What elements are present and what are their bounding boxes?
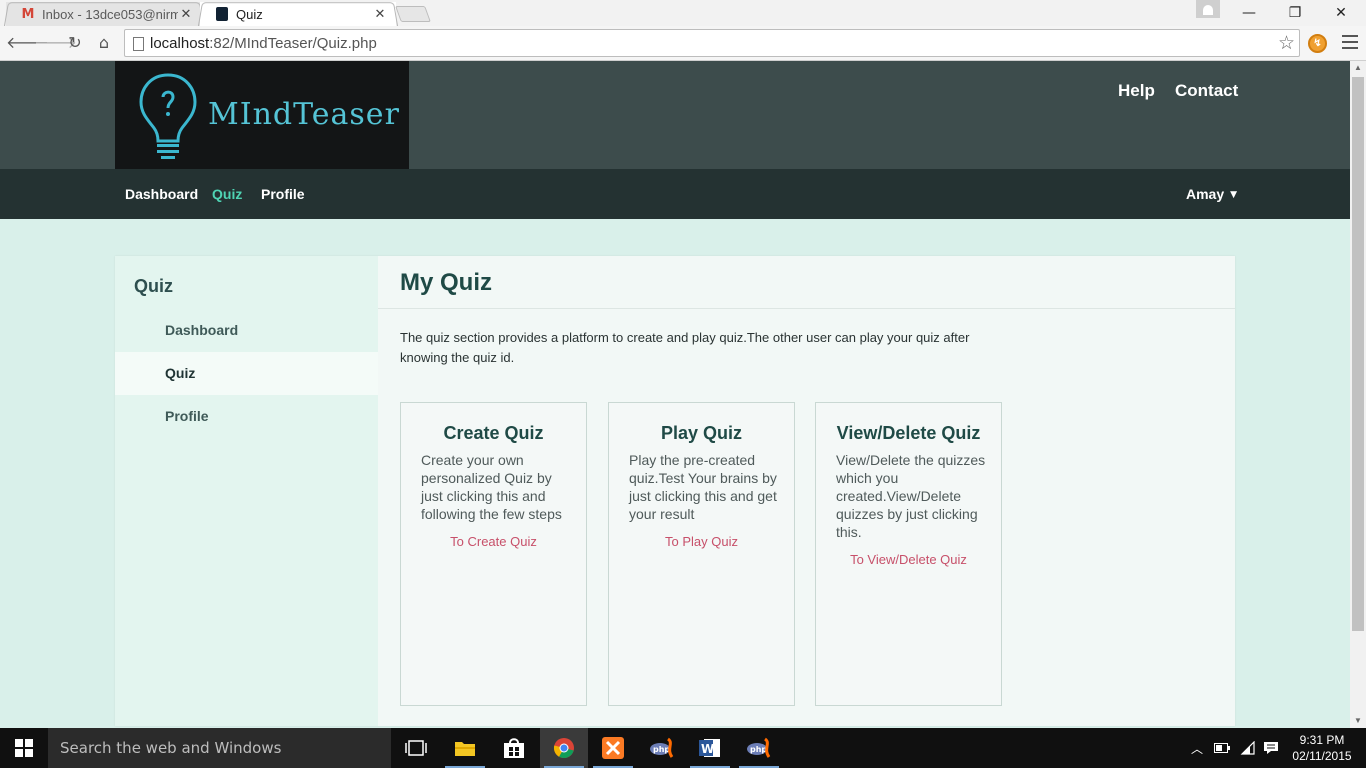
create-quiz-card: Create Quiz Create your own personalized… bbox=[400, 402, 587, 706]
browser-toolbar: 🡐 🡒 ↻ ⌂ localhost:82/MIndTeaser/Quiz.php… bbox=[0, 26, 1366, 61]
card-text: View/Delete the quizzes which you create… bbox=[836, 452, 986, 540]
browser-menu-icon[interactable] bbox=[1342, 35, 1358, 51]
url-text: localhost:82/MIndTeaser/Quiz.php bbox=[150, 35, 377, 52]
sidebar: Quiz Dashboard Quiz Profile bbox=[115, 256, 378, 726]
nav-profile[interactable]: Profile bbox=[261, 186, 305, 202]
close-window-icon[interactable]: ✕ bbox=[1318, 2, 1364, 24]
address-bar[interactable]: localhost:82/MIndTeaser/Quiz.php ☆ bbox=[124, 29, 1300, 57]
word-icon[interactable]: W bbox=[686, 728, 734, 768]
svg-text:php: php bbox=[750, 745, 767, 754]
play-quiz-link[interactable]: To Play Quiz bbox=[609, 534, 794, 549]
sidebar-item-profile[interactable]: Profile bbox=[115, 395, 378, 438]
php-editor-icon[interactable]: php bbox=[735, 728, 783, 768]
new-tab-button[interactable] bbox=[395, 6, 431, 22]
home-icon[interactable]: ⌂ bbox=[93, 32, 115, 54]
main-nav: Dashboard Quiz Profile Amay ▼ bbox=[0, 169, 1350, 219]
windows-taskbar: Search the web and Windows php W php ︿ 9… bbox=[0, 728, 1366, 768]
page-icon bbox=[133, 37, 144, 51]
tab-gmail-inbox[interactable]: M Inbox - 13dce053@nirma. ✕ bbox=[3, 2, 205, 27]
play-quiz-card: Play Quiz Play the pre-created quiz.Test… bbox=[608, 402, 795, 706]
battery-icon[interactable] bbox=[1210, 728, 1234, 768]
page-title: My Quiz bbox=[400, 269, 493, 296]
windows-logo-icon bbox=[15, 739, 33, 757]
tab-quiz[interactable]: Quiz ✕ bbox=[197, 2, 399, 27]
phpstorm-icon[interactable]: php bbox=[638, 728, 686, 768]
scroll-up-arrow-icon[interactable]: ▲ bbox=[1350, 61, 1366, 75]
mindteaser-favicon bbox=[214, 7, 230, 21]
card-text: Create your own personalized Quiz by jus… bbox=[421, 452, 562, 522]
sidebar-item-dashboard[interactable]: Dashboard bbox=[115, 309, 378, 352]
extension-icon[interactable]: ↯ bbox=[1308, 34, 1327, 53]
site-header: MIndTeaser Help Contact bbox=[0, 61, 1350, 169]
tab-title: Quiz bbox=[236, 6, 263, 22]
clock-date: 02/11/2015 bbox=[1292, 749, 1352, 763]
task-view-icon[interactable] bbox=[392, 728, 440, 768]
browser-profile-icon[interactable] bbox=[1196, 0, 1220, 18]
store-icon[interactable] bbox=[490, 728, 538, 768]
system-clock[interactable]: 9:31 PM 02/11/2015 bbox=[1290, 732, 1354, 764]
divider bbox=[378, 308, 1235, 309]
create-quiz-link[interactable]: To Create Quiz bbox=[401, 534, 586, 549]
svg-text:php: php bbox=[653, 745, 670, 754]
action-center-icon[interactable] bbox=[1260, 728, 1282, 768]
contact-link[interactable]: Contact bbox=[1175, 81, 1238, 101]
wifi-icon[interactable] bbox=[1236, 728, 1260, 768]
page-description: The quiz section provides a platform to … bbox=[400, 330, 970, 365]
show-hidden-icons-chevron-icon[interactable]: ︿ bbox=[1188, 728, 1206, 768]
nav-dashboard[interactable]: Dashboard bbox=[125, 186, 198, 202]
user-name: Amay bbox=[1186, 186, 1225, 202]
sidebar-title: Quiz bbox=[134, 276, 173, 296]
sidebar-item-quiz[interactable]: Quiz bbox=[115, 352, 378, 395]
start-button[interactable] bbox=[0, 728, 48, 768]
forward-arrow-icon[interactable]: 🡒 bbox=[34, 32, 77, 54]
user-menu[interactable]: Amay ▼ bbox=[1186, 186, 1237, 202]
xampp-icon[interactable] bbox=[589, 728, 637, 768]
card-title: Play Quiz bbox=[660, 423, 743, 443]
site-logo[interactable]: MIndTeaser bbox=[115, 61, 409, 169]
logo-text: MIndTeaser bbox=[208, 97, 400, 132]
favicon-shape bbox=[216, 7, 228, 21]
chrome-icon[interactable] bbox=[540, 728, 588, 768]
page-viewport: MIndTeaser Help Contact Dashboard Quiz P… bbox=[0, 61, 1350, 728]
tab-title: Inbox - 13dce053@nirma. bbox=[42, 6, 178, 22]
gmail-icon: M bbox=[21, 6, 35, 22]
close-icon[interactable]: ✕ bbox=[372, 6, 388, 22]
card-text: Play the pre-created quiz.Test Your brai… bbox=[629, 452, 777, 522]
restore-icon[interactable]: ❐ bbox=[1272, 2, 1318, 24]
card-title: View/Delete Quiz bbox=[836, 423, 981, 443]
quiz-panel: Quiz Dashboard Quiz Profile My Quiz The … bbox=[115, 256, 1235, 726]
lightbulb-icon bbox=[139, 73, 197, 159]
taskbar-search[interactable]: Search the web and Windows bbox=[48, 728, 391, 768]
svg-text:W: W bbox=[701, 742, 714, 756]
browser-tab-strip: M Inbox - 13dce053@nirma. ✕ Quiz ✕ — ❐ ✕ bbox=[0, 0, 1366, 27]
scrollbar-thumb[interactable] bbox=[1352, 77, 1364, 631]
nav-quiz[interactable]: Quiz bbox=[212, 186, 242, 202]
scroll-down-arrow-icon[interactable]: ▼ bbox=[1350, 714, 1366, 728]
help-link[interactable]: Help bbox=[1118, 81, 1155, 101]
close-icon[interactable]: ✕ bbox=[178, 6, 194, 22]
clock-time: 9:31 PM bbox=[1299, 733, 1345, 747]
bookmark-star-icon[interactable]: ☆ bbox=[1278, 32, 1295, 54]
page-scrollbar[interactable]: ▲ ▼ bbox=[1350, 61, 1366, 728]
back-arrow-icon[interactable]: 🡐 bbox=[6, 32, 49, 54]
minimize-icon[interactable]: — bbox=[1226, 2, 1272, 24]
view-delete-quiz-card: View/Delete Quiz View/Delete the quizzes… bbox=[815, 402, 1002, 706]
view-delete-quiz-link[interactable]: To View/Delete Quiz bbox=[816, 552, 1001, 567]
card-title: Create Quiz bbox=[443, 423, 544, 443]
caret-down-icon: ▼ bbox=[1230, 190, 1238, 200]
reload-icon[interactable]: ↻ bbox=[64, 32, 86, 54]
file-explorer-icon[interactable] bbox=[441, 728, 489, 768]
main-content: My Quiz The quiz section provides a plat… bbox=[378, 256, 1235, 726]
